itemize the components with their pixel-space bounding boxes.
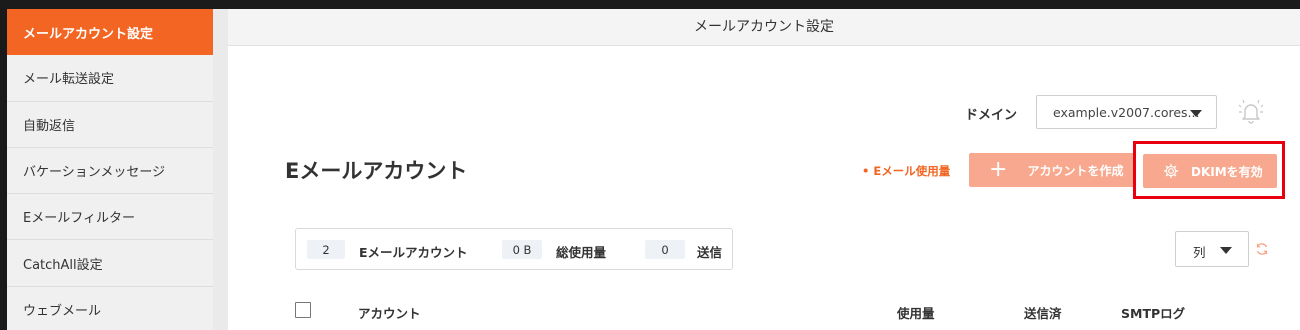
bell-ringing-icon[interactable] bbox=[1234, 95, 1268, 129]
sidebar-item-label: メールアカウント設定 bbox=[23, 26, 154, 42]
window-top-bar bbox=[0, 0, 1300, 9]
sidebar-item-label: バケーションメッセージ bbox=[23, 165, 166, 181]
column-header-usage[interactable]: 使用量 bbox=[897, 303, 935, 322]
sidebar-item-mail-forwarding[interactable]: メール転送設定 bbox=[7, 55, 213, 102]
sidebar-item-label: メール転送設定 bbox=[23, 72, 115, 88]
sidebar-item-label: ウェブメール bbox=[23, 303, 102, 319]
sidebar: メールアカウント設定 メール転送設定 自動返信 バケーションメッセージ Eメール… bbox=[7, 9, 213, 330]
sidebar-gutter bbox=[213, 9, 228, 330]
sidebar-item-label: Eメールフィルター bbox=[23, 211, 135, 227]
domain-select-value: example.v2007.cores... bbox=[1053, 105, 1200, 120]
dkim-highlight-box bbox=[1133, 141, 1285, 199]
chevron-down-icon bbox=[1190, 110, 1202, 117]
sidebar-item-auto-reply[interactable]: 自動返信 bbox=[7, 101, 213, 148]
chevron-down-icon bbox=[1220, 247, 1232, 254]
column-header-sent[interactable]: 送信済 bbox=[1024, 303, 1062, 322]
section-title: Eメールアカウント bbox=[285, 159, 468, 183]
column-header-smtp-log[interactable]: SMTPログ bbox=[1121, 303, 1185, 322]
sidebar-item-email-filter[interactable]: Eメールフィルター bbox=[7, 194, 213, 241]
email-usage-link[interactable]: • Eメール使用量 bbox=[862, 163, 950, 179]
refresh-icon[interactable] bbox=[1255, 242, 1269, 256]
sent-label: 送信 bbox=[697, 245, 723, 260]
sidebar-item-webmail[interactable]: ウェブメール bbox=[7, 286, 213, 330]
columns-button[interactable]: 列 bbox=[1175, 231, 1249, 267]
column-header-account[interactable]: アカウント bbox=[358, 303, 421, 322]
select-all-checkbox[interactable] bbox=[295, 302, 311, 318]
sidebar-item-label: 自動返信 bbox=[23, 118, 76, 134]
sidebar-item-mail-account-settings[interactable]: メールアカウント設定 bbox=[7, 9, 213, 56]
columns-label: 列 bbox=[1193, 245, 1206, 260]
sidebar-item-catchall[interactable]: CatchAll設定 bbox=[7, 240, 213, 287]
sent-count: 0 bbox=[645, 240, 685, 259]
stats-bar: 2 Eメールアカウント 0 B 総使用量 0 送信 bbox=[295, 228, 733, 270]
usage-label: 総使用量 bbox=[556, 245, 607, 260]
domain-select[interactable]: example.v2007.cores... bbox=[1036, 95, 1217, 129]
sidebar-item-label: CatchAll設定 bbox=[23, 257, 103, 273]
main-panel: メールアカウント設定 ドメイン example.v2007.cores... E… bbox=[228, 9, 1300, 330]
domain-label: ドメイン bbox=[965, 108, 1018, 123]
accounts-count: 2 bbox=[307, 240, 345, 259]
usage-value: 0 B bbox=[502, 240, 542, 259]
create-account-label: アカウントを作成 bbox=[1027, 163, 1124, 178]
page-title: メールアカウント設定 bbox=[228, 9, 1300, 46]
accounts-label: Eメールアカウント bbox=[359, 245, 468, 260]
plus-icon: + bbox=[989, 157, 1008, 182]
create-account-button[interactable]: + アカウントを作成 bbox=[969, 153, 1135, 187]
sidebar-item-vacation-message[interactable]: バケーションメッセージ bbox=[7, 147, 213, 195]
